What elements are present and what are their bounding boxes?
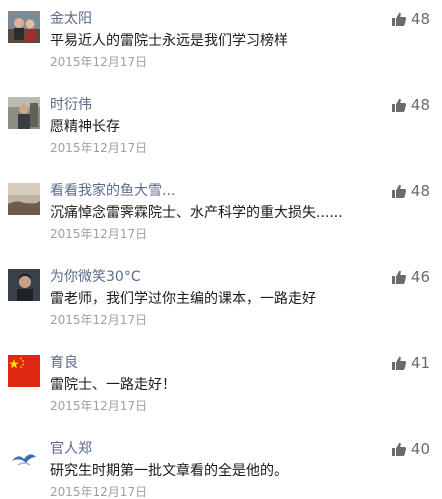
avatar[interactable] (8, 183, 40, 215)
like-count: 46 (410, 268, 430, 286)
like-button[interactable]: 46 (391, 267, 430, 287)
like-count: 48 (410, 10, 430, 28)
avatar[interactable] (8, 97, 40, 129)
like-button[interactable]: 48 (391, 181, 430, 201)
thumbs-up-icon (391, 98, 406, 112)
commenter-name[interactable]: 时衍伟 (50, 94, 92, 116)
like-count: 48 (410, 96, 430, 114)
comment-item: 为你微笑30°C 雷老师，我们学过你主编的课本，一路走好 2015年12月17日… (0, 258, 442, 344)
comment-date: 2015年12月17日 (50, 485, 148, 499)
comment-text: 研究生时期第一批文章看的全是他的。 (50, 463, 288, 479)
commenter-name[interactable]: 育良 (50, 352, 78, 374)
like-button[interactable]: 40 (391, 439, 430, 459)
comment-text: 愿精神长存 (50, 119, 120, 135)
comment-text: 雷老师，我们学过你主编的课本，一路走好 (50, 291, 316, 307)
comment-text: 沉痛悼念雷霁霖院士、水产科学的重大损失...... (50, 205, 343, 221)
comment-date: 2015年12月17日 (50, 313, 148, 327)
comment-date: 2015年12月17日 (50, 227, 148, 241)
like-count: 41 (410, 354, 430, 372)
avatar[interactable] (8, 269, 40, 301)
like-button[interactable]: 48 (391, 95, 430, 115)
like-count: 40 (410, 440, 430, 458)
comment-item: 官人郑 研究生时期第一批文章看的全是他的。 2015年12月17日 40 (0, 430, 442, 499)
avatar[interactable] (8, 355, 40, 387)
comment-item: 育良 雷院士、一路走好！ 2015年12月17日 41 (0, 344, 442, 430)
comment-text: 平易近人的雷院士永远是我们学习榜样 (50, 33, 288, 49)
commenter-name[interactable]: 金太阳 (50, 8, 92, 30)
avatar[interactable] (8, 441, 40, 473)
thumbs-up-icon (391, 442, 406, 456)
thumbs-up-icon (391, 184, 406, 198)
thumbs-up-icon (391, 270, 406, 284)
comment-date: 2015年12月17日 (50, 141, 148, 155)
comment-item: 看看我家的鱼大雪... 沉痛悼念雷霁霖院士、水产科学的重大损失...... 20… (0, 172, 442, 258)
like-count: 48 (410, 182, 430, 200)
avatar[interactable] (8, 11, 40, 43)
comment-item: 时衍伟 愿精神长存 2015年12月17日 48 (0, 86, 442, 172)
commenter-name[interactable]: 看看我家的鱼大雪... (50, 180, 175, 202)
comment-item: 金太阳 平易近人的雷院士永远是我们学习榜样 2015年12月17日 48 (0, 0, 442, 86)
like-button[interactable]: 41 (391, 353, 430, 373)
comment-list: 金太阳 平易近人的雷院士永远是我们学习榜样 2015年12月17日 48 时衍伟… (0, 0, 442, 499)
like-button[interactable]: 48 (391, 9, 430, 29)
comment-date: 2015年12月17日 (50, 55, 148, 69)
thumbs-up-icon (391, 12, 406, 26)
china-flag-icon (8, 355, 40, 387)
thumbs-up-icon (391, 356, 406, 370)
comment-date: 2015年12月17日 (50, 399, 148, 413)
commenter-name[interactable]: 为你微笑30°C (50, 266, 141, 288)
bird-logo-icon (8, 441, 40, 473)
commenter-name[interactable]: 官人郑 (50, 438, 92, 460)
comment-text: 雷院士、一路走好！ (50, 377, 176, 393)
